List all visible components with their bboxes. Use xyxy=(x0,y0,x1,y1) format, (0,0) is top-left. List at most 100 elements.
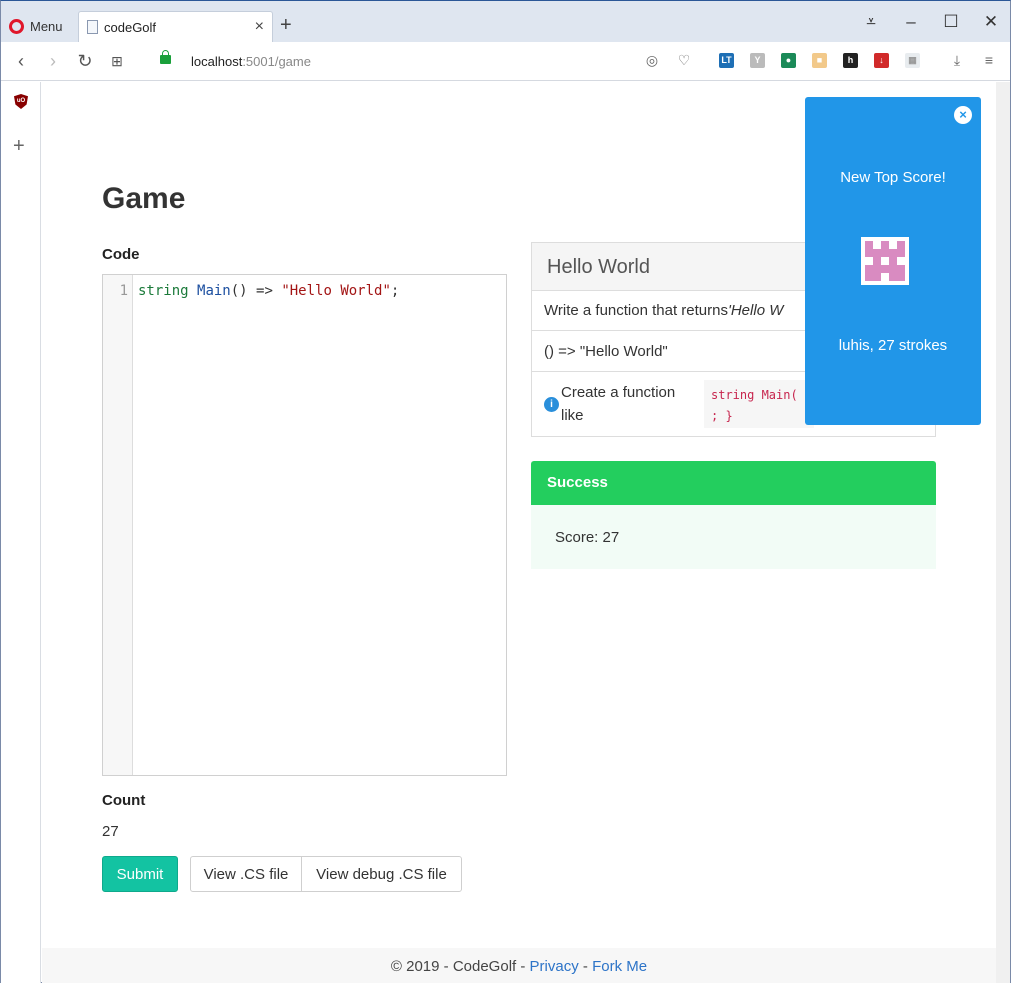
add-sidebar-item-icon[interactable]: + xyxy=(13,135,25,158)
identicon-cell xyxy=(889,249,897,257)
identicon-cell xyxy=(897,265,905,273)
identicon-cell xyxy=(881,265,889,273)
count-label: Count xyxy=(102,792,146,809)
identicon-cell xyxy=(881,249,889,257)
identicon-cell xyxy=(873,257,881,265)
identicon-cell xyxy=(865,249,873,257)
submit-button[interactable]: Submit xyxy=(102,856,178,892)
opera-menu-button[interactable]: Menu xyxy=(9,14,63,38)
code-arrow: () => xyxy=(230,283,282,299)
opera-logo-icon xyxy=(9,18,24,34)
identicon-cell xyxy=(873,249,881,257)
tab-close-icon[interactable]: × xyxy=(255,18,264,36)
description-text: Write a function that returns xyxy=(544,302,728,319)
extension-icon[interactable]: ■ xyxy=(812,53,827,68)
languagetool-extension-icon[interactable]: LT xyxy=(719,53,734,68)
footer-separator: - xyxy=(578,958,593,975)
tab-menu-icon[interactable]: ⩡ xyxy=(861,11,881,33)
code-keyword: string xyxy=(138,283,189,299)
line-number: 1 xyxy=(119,283,128,299)
identicon-cell xyxy=(889,257,897,265)
identicon-cell xyxy=(865,273,873,281)
tab-title: codeGolf xyxy=(104,19,157,35)
code-editor[interactable]: 1 string Main() => "Hello World"; xyxy=(102,274,507,776)
lock-icon xyxy=(160,50,171,64)
speed-dial-icon[interactable]: ⊞ xyxy=(107,50,127,72)
extension-icon[interactable]: ▦ xyxy=(905,53,920,68)
info-icon: i xyxy=(544,396,559,412)
url-field[interactable]: localhost:5001/game xyxy=(191,54,311,69)
browser-tab[interactable]: codeGolf × xyxy=(78,11,273,42)
reload-icon[interactable]: ↻ xyxy=(75,50,95,72)
extension-icon[interactable]: Y xyxy=(750,53,765,68)
close-window-icon[interactable]: ✕ xyxy=(981,11,1001,33)
hint-text: Create a function like xyxy=(561,384,676,424)
browser-window: Menu codeGolf × + ⩡ – ☐ ✕ ‹ › ↻ ⊞ localh… xyxy=(0,0,1011,983)
easy-setup-icon[interactable]: ≡ xyxy=(981,52,997,68)
identicon-cell xyxy=(865,241,873,249)
camera-icon[interactable]: ◎ xyxy=(644,52,660,68)
identicon-cell xyxy=(889,265,897,273)
toast-close-icon[interactable]: × xyxy=(954,106,972,124)
success-title: Success xyxy=(531,461,936,505)
url-host: localhost xyxy=(191,54,243,69)
view-cs-file-button[interactable]: View .CS file xyxy=(190,856,302,892)
score-text: Score: 27 xyxy=(555,529,620,546)
code-line[interactable]: string Main() => "Hello World"; xyxy=(138,283,399,299)
ublock-origin-icon[interactable]: uO xyxy=(14,94,28,109)
identicon-cell xyxy=(873,273,881,281)
forward-icon[interactable]: › xyxy=(43,50,63,72)
identicon-cell xyxy=(881,273,889,281)
avatar xyxy=(861,237,909,285)
description-emphasis: 'Hello W xyxy=(727,302,784,319)
new-tab-button[interactable]: + xyxy=(280,15,292,35)
top-score-toast: × New Top Score! luhis, 27 strokes xyxy=(805,97,981,425)
fork-me-link[interactable]: Fork Me xyxy=(592,958,647,975)
code-function-name: Main xyxy=(197,283,231,299)
code-string: "Hello World" xyxy=(281,283,391,299)
url-path: :5001/game xyxy=(242,54,311,69)
identicon-cell xyxy=(873,241,881,249)
identicon-cell xyxy=(897,241,905,249)
back-icon[interactable]: ‹ xyxy=(11,50,31,72)
identicon-cell xyxy=(865,265,873,273)
identicon-cell xyxy=(889,241,897,249)
identicon-cell xyxy=(889,273,897,281)
page-icon xyxy=(87,20,98,34)
identicon-cell xyxy=(897,273,905,281)
download-extension-icon[interactable]: ↓ xyxy=(874,53,889,68)
hint-code-line: ; } xyxy=(711,409,733,423)
view-debug-cs-file-button[interactable]: View debug .CS file xyxy=(301,856,462,892)
minimize-icon[interactable]: – xyxy=(901,11,921,33)
maximize-icon[interactable]: ☐ xyxy=(941,11,961,33)
identicon-cell xyxy=(881,241,889,249)
toast-title: New Top Score! xyxy=(840,169,946,186)
address-bar: ‹ › ↻ ⊞ localhost:5001/game ◎ ♡ LT Y ● ■… xyxy=(1,42,1010,81)
count-value: 27 xyxy=(102,823,119,840)
hint-code-line: string Main( xyxy=(711,388,798,402)
title-bar: Menu codeGolf × + ⩡ – ☐ ✕ xyxy=(1,1,1010,42)
scrollbar[interactable] xyxy=(996,82,1010,983)
hint-code: string Main( ; } xyxy=(704,380,814,428)
code-terminator: ; xyxy=(390,283,400,299)
code-label: Code xyxy=(102,246,140,263)
toast-subtitle: luhis, 27 strokes xyxy=(838,337,948,354)
identicon-cell xyxy=(873,265,881,273)
identicon-cell xyxy=(897,249,905,257)
browser-sidebar: uO + xyxy=(1,82,41,983)
identicon xyxy=(865,241,905,281)
menu-label: Menu xyxy=(30,18,63,34)
identicon-cell xyxy=(865,257,873,265)
extension-icon[interactable]: h xyxy=(843,53,858,68)
success-panel: Success Score: 27 xyxy=(531,461,936,569)
footer-copyright: © 2019 - CodeGolf - xyxy=(390,958,530,975)
editor-gutter: 1 xyxy=(103,275,133,775)
downloads-icon[interactable]: ⤓ xyxy=(949,52,965,68)
heart-icon[interactable]: ♡ xyxy=(676,52,692,68)
identicon-cell xyxy=(897,257,905,265)
privacy-link[interactable]: Privacy xyxy=(530,958,579,975)
extension-icon[interactable]: ● xyxy=(781,53,796,68)
identicon-cell xyxy=(881,257,889,265)
footer: © 2019 - CodeGolf - Privacy - Fork Me xyxy=(42,948,996,983)
page-title: Game xyxy=(102,182,186,215)
